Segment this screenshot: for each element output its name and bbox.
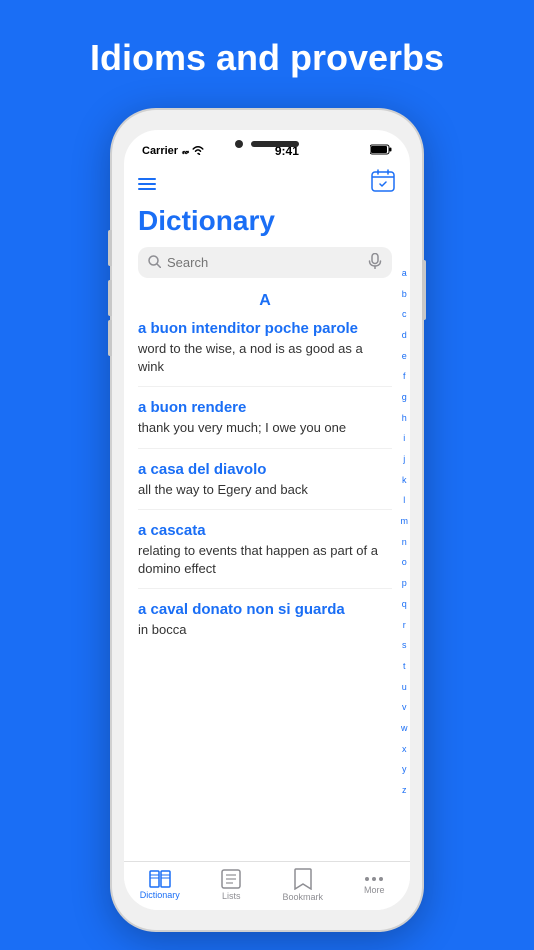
alpha-letter-i[interactable]: i bbox=[403, 434, 405, 443]
entry-definition: word to the wise, a nod is as good as a … bbox=[138, 340, 392, 376]
entry-phrase: a casa del diavolo bbox=[138, 461, 392, 478]
search-bar[interactable] bbox=[138, 247, 392, 278]
entry-phrase: a caval donato non si guarda bbox=[138, 601, 392, 618]
phone-notch bbox=[235, 140, 299, 148]
list-item[interactable]: a caval donato non si guarda in bocca bbox=[138, 601, 392, 649]
search-input[interactable] bbox=[167, 255, 362, 270]
carrier-text: Carrier 𝓌 bbox=[142, 145, 204, 157]
entry-definition: relating to events that happen as part o… bbox=[138, 542, 392, 578]
alpha-letter-e[interactable]: e bbox=[402, 352, 407, 361]
entry-phrase: a buon intenditor poche parole bbox=[138, 320, 392, 337]
alpha-letter-z[interactable]: z bbox=[402, 786, 407, 795]
entries-list: a buon intenditor poche parole word to t… bbox=[138, 320, 392, 649]
entry-phrase: a cascata bbox=[138, 522, 392, 539]
alpha-letter-l[interactable]: l bbox=[403, 496, 405, 505]
calendar-icon[interactable] bbox=[370, 168, 396, 199]
bookmark-label: Bookmark bbox=[282, 892, 323, 902]
dictionary-label: Dictionary bbox=[140, 890, 180, 900]
alpha-letter-x[interactable]: x bbox=[402, 745, 407, 754]
alpha-letter-b[interactable]: b bbox=[402, 290, 407, 299]
alpha-letter-j[interactable]: j bbox=[403, 455, 405, 464]
alpha-letter-m[interactable]: m bbox=[401, 517, 409, 526]
lists-icon bbox=[221, 869, 241, 889]
entry-definition: thank you very much; I owe you one bbox=[138, 419, 392, 437]
alpha-letter-w[interactable]: w bbox=[401, 724, 408, 733]
nav-bar bbox=[124, 162, 410, 203]
more-icon bbox=[364, 875, 384, 883]
list-item[interactable]: a buon rendere thank you very much; I ow… bbox=[138, 399, 392, 448]
alpha-letter-r[interactable]: r bbox=[403, 621, 406, 630]
alpha-letter-u[interactable]: u bbox=[402, 683, 407, 692]
lists-label: Lists bbox=[222, 891, 241, 901]
menu-icon[interactable] bbox=[138, 178, 156, 190]
alpha-letter-o[interactable]: o bbox=[402, 558, 407, 567]
alpha-letter-f[interactable]: f bbox=[403, 372, 406, 381]
tab-bar: Dictionary Lists Bookmark More bbox=[124, 861, 410, 910]
content-scroll[interactable]: Dictionary bbox=[124, 203, 410, 861]
alpha-letter-t[interactable]: t bbox=[403, 662, 406, 671]
alpha-letter-y[interactable]: y bbox=[402, 765, 407, 774]
alpha-letter-h[interactable]: h bbox=[402, 414, 407, 423]
content-area: a b c d e f g h i j k l m n o p q r s t u v w x y z Dictionary bbox=[124, 203, 410, 861]
alpha-letter-d[interactable]: d bbox=[402, 331, 407, 340]
alpha-letter-s[interactable]: s bbox=[402, 641, 407, 650]
entry-phrase: a buon rendere bbox=[138, 399, 392, 416]
entry-definition: all the way to Egery and back bbox=[138, 481, 392, 499]
speaker bbox=[251, 141, 299, 147]
camera-icon bbox=[235, 140, 243, 148]
alpha-letter-k[interactable]: k bbox=[402, 476, 407, 485]
phone-screen: Carrier 𝓌 9:41 bbox=[124, 130, 410, 910]
phone-shell: Carrier 𝓌 9:41 bbox=[112, 110, 422, 930]
search-icon bbox=[148, 255, 161, 271]
alpha-letter-p[interactable]: p bbox=[402, 579, 407, 588]
alpha-letter-c[interactable]: c bbox=[402, 310, 407, 319]
alphabet-sidebar: a b c d e f g h i j k l m n o p q r s t u v w x y z bbox=[401, 263, 409, 801]
entry-definition: in bocca bbox=[138, 621, 392, 639]
alpha-letter-n[interactable]: n bbox=[402, 538, 407, 547]
tab-bookmark[interactable]: Bookmark bbox=[267, 868, 339, 902]
list-item[interactable]: a cascata relating to events that happen… bbox=[138, 522, 392, 589]
tab-dictionary[interactable]: Dictionary bbox=[124, 870, 196, 900]
list-item[interactable]: a casa del diavolo all the way to Egery … bbox=[138, 461, 392, 510]
wifi-icon: 𝓌 bbox=[182, 146, 204, 157]
page-heading: Idioms and proverbs bbox=[0, 37, 534, 79]
alpha-letter-q[interactable]: q bbox=[402, 600, 407, 609]
tab-lists[interactable]: Lists bbox=[196, 869, 268, 901]
dictionary-title: Dictionary bbox=[138, 205, 392, 237]
section-letter: A bbox=[138, 292, 392, 310]
alpha-letter-v[interactable]: v bbox=[402, 703, 407, 712]
alpha-letter-a[interactable]: a bbox=[402, 269, 407, 278]
more-label: More bbox=[364, 885, 385, 895]
dictionary-icon bbox=[149, 870, 171, 888]
battery-icon bbox=[370, 144, 392, 158]
mic-icon[interactable] bbox=[368, 253, 382, 272]
alpha-letter-g[interactable]: g bbox=[402, 393, 407, 402]
list-item[interactable]: a buon intenditor poche parole word to t… bbox=[138, 320, 392, 387]
tab-more[interactable]: More bbox=[339, 875, 411, 895]
bookmark-icon bbox=[294, 868, 312, 890]
